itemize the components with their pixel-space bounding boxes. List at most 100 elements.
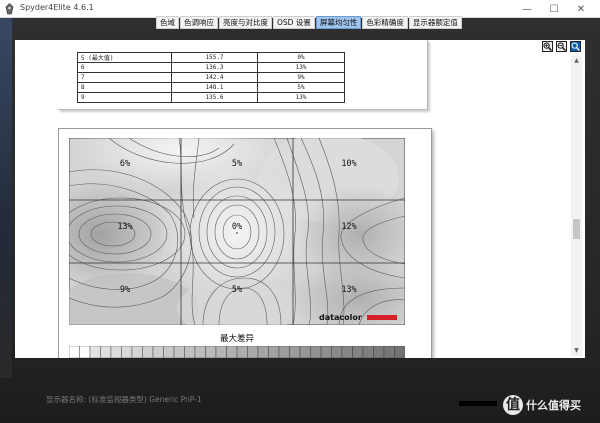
scale-segment <box>89 346 101 358</box>
table-cell: 135.6 <box>171 92 258 103</box>
scale-segment <box>173 346 185 358</box>
window-title: Spyder4Elite 4.6.1 <box>20 3 94 12</box>
scale-segment <box>352 346 364 358</box>
table-cell: 9 <box>77 92 172 103</box>
app-window: Spyder4Elite 4.6.1 — ☐ ✕ 色域 色调响应 亮度与对比度 … <box>0 0 600 423</box>
tab-tone-response[interactable]: 色调响应 <box>180 16 218 29</box>
tab-screen-uniformity[interactable]: 屏幕均匀性 <box>315 16 362 29</box>
scale-segment <box>69 346 80 358</box>
scale-segment <box>236 346 248 358</box>
watermark-logo-icon: 值 <box>503 395 523 415</box>
table-cell: 6 <box>77 62 172 73</box>
cell-value-r2c1: 13% <box>117 222 132 232</box>
center-point <box>236 232 238 234</box>
vertical-scrollbar[interactable]: ▲ ▼ <box>571 56 582 356</box>
tab-osd-settings[interactable]: OSD 设置 <box>273 16 315 29</box>
maximize-button[interactable]: ☐ <box>541 0 567 18</box>
tab-brightness-contrast[interactable]: 亮度与对比度 <box>219 16 272 29</box>
table-row: 8 148.1 5% <box>77 82 345 93</box>
scale-segment <box>142 346 154 358</box>
scale-segment <box>257 346 269 358</box>
table-cell: 155.7 <box>171 52 258 63</box>
chart-caption: 最大差异 <box>219 334 254 344</box>
cell-value-r3c2: 5% <box>232 285 242 295</box>
scale-segment <box>131 346 143 358</box>
zoom-out-button[interactable] <box>556 41 567 52</box>
cell-value-r3c3: 13% <box>341 285 356 295</box>
scale-segment <box>394 346 405 358</box>
tab-color-accuracy[interactable]: 色彩精确度 <box>362 16 408 29</box>
datacolor-logo: datacolor <box>319 313 362 322</box>
scale-segment <box>383 346 395 358</box>
table-cell: 0% <box>257 52 345 63</box>
watermark: 值 什么值得买 <box>503 395 581 415</box>
uniformity-contour-chart: 6% 5% 10% 13% 0% 12% 9% 5% 13% datacolor <box>69 138 405 325</box>
scale-segment <box>331 346 343 358</box>
table-row: 7 142.4 9% <box>77 72 345 83</box>
scale-segment <box>184 346 196 358</box>
table-cell: 7 <box>77 72 172 83</box>
zoom-toolbar <box>542 41 581 52</box>
report-page-table: 5 (最大值) 155.7 0% 6 136.3 13% 7 142.4 9% … <box>58 40 428 110</box>
scroll-up-arrow-icon[interactable]: ▲ <box>572 57 581 65</box>
minimize-button[interactable]: — <box>514 0 540 18</box>
monitor-name-label: 显示器名称: (标准监视器类型) Generic PnP-1 <box>46 395 202 404</box>
table-cell: 13% <box>257 92 345 103</box>
desktop-strip <box>0 18 12 378</box>
table-cell: 148.1 <box>171 82 258 93</box>
table-row: 9 135.6 13% <box>77 92 345 103</box>
report-viewer[interactable]: 5 (最大值) 155.7 0% 6 136.3 13% 7 142.4 9% … <box>15 40 585 358</box>
scale-segment <box>299 346 311 358</box>
watermark-text: 什么值得买 <box>526 399 581 412</box>
cell-value-r3c1: 9% <box>120 285 130 295</box>
scale-segment <box>152 346 164 358</box>
zoom-out-icon <box>557 42 566 51</box>
table-row: 5 (最大值) 155.7 0% <box>77 52 345 63</box>
cell-value-r1c2: 5% <box>232 159 242 169</box>
scale-segment <box>247 346 259 358</box>
scale-segment <box>215 346 227 358</box>
scale-segment <box>320 346 332 358</box>
cell-value-r1c3: 10% <box>341 159 356 169</box>
zoom-fit-button[interactable] <box>570 41 581 52</box>
scale-segment <box>205 346 217 358</box>
table-cell: 5% <box>257 82 345 93</box>
bottom-indicator-bar <box>459 401 497 406</box>
scale-segment <box>362 346 374 358</box>
tab-color-gamut[interactable]: 色域 <box>156 16 179 29</box>
scale-segment <box>268 346 280 358</box>
scale-segment <box>373 346 385 358</box>
scale-segment <box>289 346 301 358</box>
table-cell: 5 (最大值) <box>77 52 172 63</box>
scale-segment <box>163 346 175 358</box>
tab-monitor-rating[interactable]: 显示器额定值 <box>408 16 462 29</box>
cell-value-r2c2: 0% <box>232 222 242 232</box>
table-cell: 9% <box>257 72 345 83</box>
gray-scale-strip <box>69 346 405 358</box>
table-cell: 8 <box>77 82 172 93</box>
zoom-in-icon <box>543 42 552 51</box>
luminance-table: 5 (最大值) 155.7 0% 6 136.3 13% 7 142.4 9% … <box>77 52 345 103</box>
scroll-down-arrow-icon[interactable]: ▼ <box>572 347 581 355</box>
close-button[interactable]: ✕ <box>568 0 594 18</box>
table-cell: 13% <box>257 62 345 73</box>
scroll-thumb[interactable] <box>573 219 580 239</box>
report-page-uniformity: 6% 5% 10% 13% 0% 12% 9% 5% 13% datacolor… <box>58 128 432 358</box>
scale-segment <box>194 346 206 358</box>
table-row: 6 136.3 13% <box>77 62 345 73</box>
datacolor-logo-bar <box>367 315 397 320</box>
report-tabs: 色域 色调响应 亮度与对比度 OSD 设置 屏幕均匀性 色彩精确度 显示器额定值 <box>156 16 462 31</box>
scale-segment <box>310 346 322 358</box>
zoom-in-button[interactable] <box>542 41 553 52</box>
cell-value-r2c3: 12% <box>341 222 356 232</box>
zoom-fit-icon <box>571 42 580 51</box>
table-cell: 142.4 <box>171 72 258 83</box>
scale-segment <box>100 346 112 358</box>
scale-segment <box>79 346 91 358</box>
table-cell: 136.3 <box>171 62 258 73</box>
scale-segment <box>226 346 238 358</box>
scale-segment <box>110 346 122 358</box>
cell-value-r1c1: 6% <box>120 159 130 169</box>
app-icon <box>5 3 14 15</box>
scale-segment <box>341 346 353 358</box>
